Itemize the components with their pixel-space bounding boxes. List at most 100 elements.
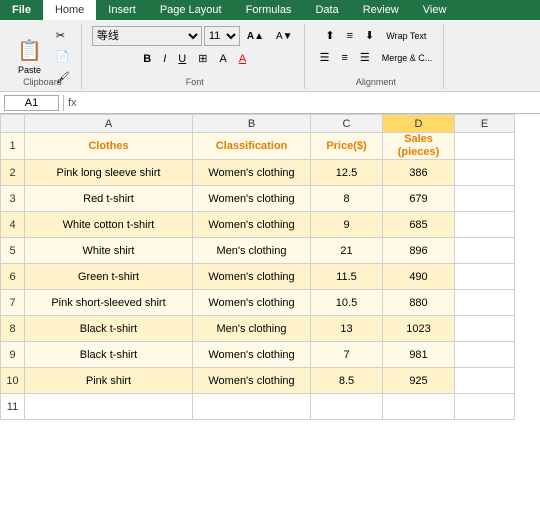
cell-a8[interactable]: Black t-shirt xyxy=(25,316,193,342)
header-price[interactable]: Price($) xyxy=(311,133,383,160)
cell-a6[interactable]: Green t-shirt xyxy=(25,264,193,290)
decrease-font-button[interactable]: A▼ xyxy=(271,28,298,45)
cell-c10[interactable]: 8.5 xyxy=(311,368,383,394)
name-box[interactable] xyxy=(4,95,59,111)
align-middle-button[interactable]: ≡ xyxy=(342,27,358,45)
cell-a7[interactable]: Pink short-sleeved shirt xyxy=(25,290,193,316)
corner-cell xyxy=(1,115,25,133)
cell-b10[interactable]: Women's clothing xyxy=(193,368,311,394)
cell-a3[interactable]: Red t-shirt xyxy=(25,186,193,212)
align-bottom-button[interactable]: ⬇ xyxy=(360,26,379,45)
italic-button[interactable]: I xyxy=(158,50,171,68)
align-center-icon: ≡ xyxy=(341,52,347,64)
underline-button[interactable]: U xyxy=(173,50,191,68)
cell-d8[interactable]: 1023 xyxy=(383,316,455,342)
cell-a4[interactable]: White cotton t-shirt xyxy=(25,212,193,238)
cell-b8[interactable]: Men's clothing xyxy=(193,316,311,342)
cell-d11[interactable] xyxy=(383,394,455,420)
tab-page-layout[interactable]: Page Layout xyxy=(148,0,234,20)
align-top-button[interactable]: ⬆ xyxy=(320,26,339,45)
tab-home[interactable]: Home xyxy=(43,0,96,20)
cell-b5[interactable]: Men's clothing xyxy=(193,238,311,264)
tab-view[interactable]: View xyxy=(411,0,459,20)
formula-input[interactable] xyxy=(81,97,536,109)
row-num-1: 1 xyxy=(1,133,25,160)
cell-a9[interactable]: Black t-shirt xyxy=(25,342,193,368)
cell-b6[interactable]: Women's clothing xyxy=(193,264,311,290)
row-num-3: 3 xyxy=(1,186,25,212)
cut-button[interactable]: ✂ xyxy=(51,26,75,45)
cell-b2[interactable]: Women's clothing xyxy=(193,160,311,186)
cell-a11[interactable] xyxy=(25,394,193,420)
table-row: 1 Clothes Classification Price($) Sales … xyxy=(1,133,515,160)
table-row: 4 White cotton t-shirt Women's clothing … xyxy=(1,212,515,238)
cell-c11[interactable] xyxy=(311,394,383,420)
cell-c2[interactable]: 12.5 xyxy=(311,160,383,186)
align-center-button[interactable]: ≡ xyxy=(336,49,352,67)
cell-b4[interactable]: Women's clothing xyxy=(193,212,311,238)
table-row: 2 Pink long sleeve shirt Women's clothin… xyxy=(1,160,515,186)
header-e xyxy=(455,133,515,160)
tab-review[interactable]: Review xyxy=(351,0,411,20)
tab-insert[interactable]: Insert xyxy=(96,0,148,20)
align-right-button[interactable]: ☰ xyxy=(355,48,375,67)
cell-d6[interactable]: 490 xyxy=(383,264,455,290)
font-size-select[interactable]: 11 xyxy=(204,26,240,46)
cell-c9[interactable]: 7 xyxy=(311,342,383,368)
tab-file[interactable]: File xyxy=(0,0,43,20)
cell-a5[interactable]: White shirt xyxy=(25,238,193,264)
cell-b7[interactable]: Women's clothing xyxy=(193,290,311,316)
header-clothes[interactable]: Clothes xyxy=(25,133,193,160)
header-classification[interactable]: Classification xyxy=(193,133,311,160)
font-group: 等线 11 A▲ A▼ B I U ⊞ A A Font xyxy=(86,24,305,89)
font-row1: 等线 11 A▲ A▼ xyxy=(92,26,298,46)
cell-b3[interactable]: Women's clothing xyxy=(193,186,311,212)
font-label: Font xyxy=(86,77,304,87)
cell-c7[interactable]: 10.5 xyxy=(311,290,383,316)
header-sales[interactable]: Sales (pieces) xyxy=(383,133,455,160)
cell-e4 xyxy=(455,212,515,238)
row-num-11: 11 xyxy=(1,394,25,420)
cell-d7[interactable]: 880 xyxy=(383,290,455,316)
fill-color-button[interactable]: A xyxy=(214,50,231,68)
increase-font-button[interactable]: A▲ xyxy=(242,28,269,45)
cell-b11[interactable] xyxy=(193,394,311,420)
cell-d9[interactable]: 981 xyxy=(383,342,455,368)
wrap-text-button[interactable]: Wrap Text xyxy=(381,28,431,44)
cell-d3[interactable]: 679 xyxy=(383,186,455,212)
bold-button[interactable]: B xyxy=(138,50,156,68)
cell-d4[interactable]: 685 xyxy=(383,212,455,238)
col-header-c[interactable]: C xyxy=(311,115,383,133)
border-button[interactable]: ⊞ xyxy=(193,49,212,68)
cell-c6[interactable]: 11.5 xyxy=(311,264,383,290)
italic-icon: I xyxy=(163,53,166,65)
cell-c8[interactable]: 13 xyxy=(311,316,383,342)
font-name-select[interactable]: 等线 xyxy=(92,26,202,46)
cell-d2[interactable]: 386 xyxy=(383,160,455,186)
font-color-button[interactable]: A xyxy=(234,50,251,68)
cell-d5[interactable]: 896 xyxy=(383,238,455,264)
cell-e11 xyxy=(455,394,515,420)
table-row: 11 xyxy=(1,394,515,420)
cell-d10[interactable]: 925 xyxy=(383,368,455,394)
merge-cells-button[interactable]: Merge & C... xyxy=(377,50,438,66)
tab-data[interactable]: Data xyxy=(303,0,350,20)
cell-c3[interactable]: 8 xyxy=(311,186,383,212)
cell-c4[interactable]: 9 xyxy=(311,212,383,238)
cell-a10[interactable]: Pink shirt xyxy=(25,368,193,394)
cell-b9[interactable]: Women's clothing xyxy=(193,342,311,368)
cell-c5[interactable]: 21 xyxy=(311,238,383,264)
align-bottom-icon: ⬇ xyxy=(365,29,374,42)
row-num-7: 7 xyxy=(1,290,25,316)
tab-formulas[interactable]: Formulas xyxy=(234,0,304,20)
align-left-button[interactable]: ☰ xyxy=(315,48,335,67)
copy-button[interactable]: 📄 xyxy=(51,47,75,66)
col-header-d[interactable]: D xyxy=(383,115,455,133)
alignment-group: ⬆ ≡ ⬇ Wrap Text ☰ ≡ ☰ Merge & C... Align… xyxy=(309,24,445,89)
table-row: 7 Pink short-sleeved shirt Women's cloth… xyxy=(1,290,515,316)
paste-button[interactable]: 📋 Paste xyxy=(10,30,49,84)
col-header-b[interactable]: B xyxy=(193,115,311,133)
col-header-e[interactable]: E xyxy=(455,115,515,133)
col-header-a[interactable]: A xyxy=(25,115,193,133)
cell-a2[interactable]: Pink long sleeve shirt xyxy=(25,160,193,186)
